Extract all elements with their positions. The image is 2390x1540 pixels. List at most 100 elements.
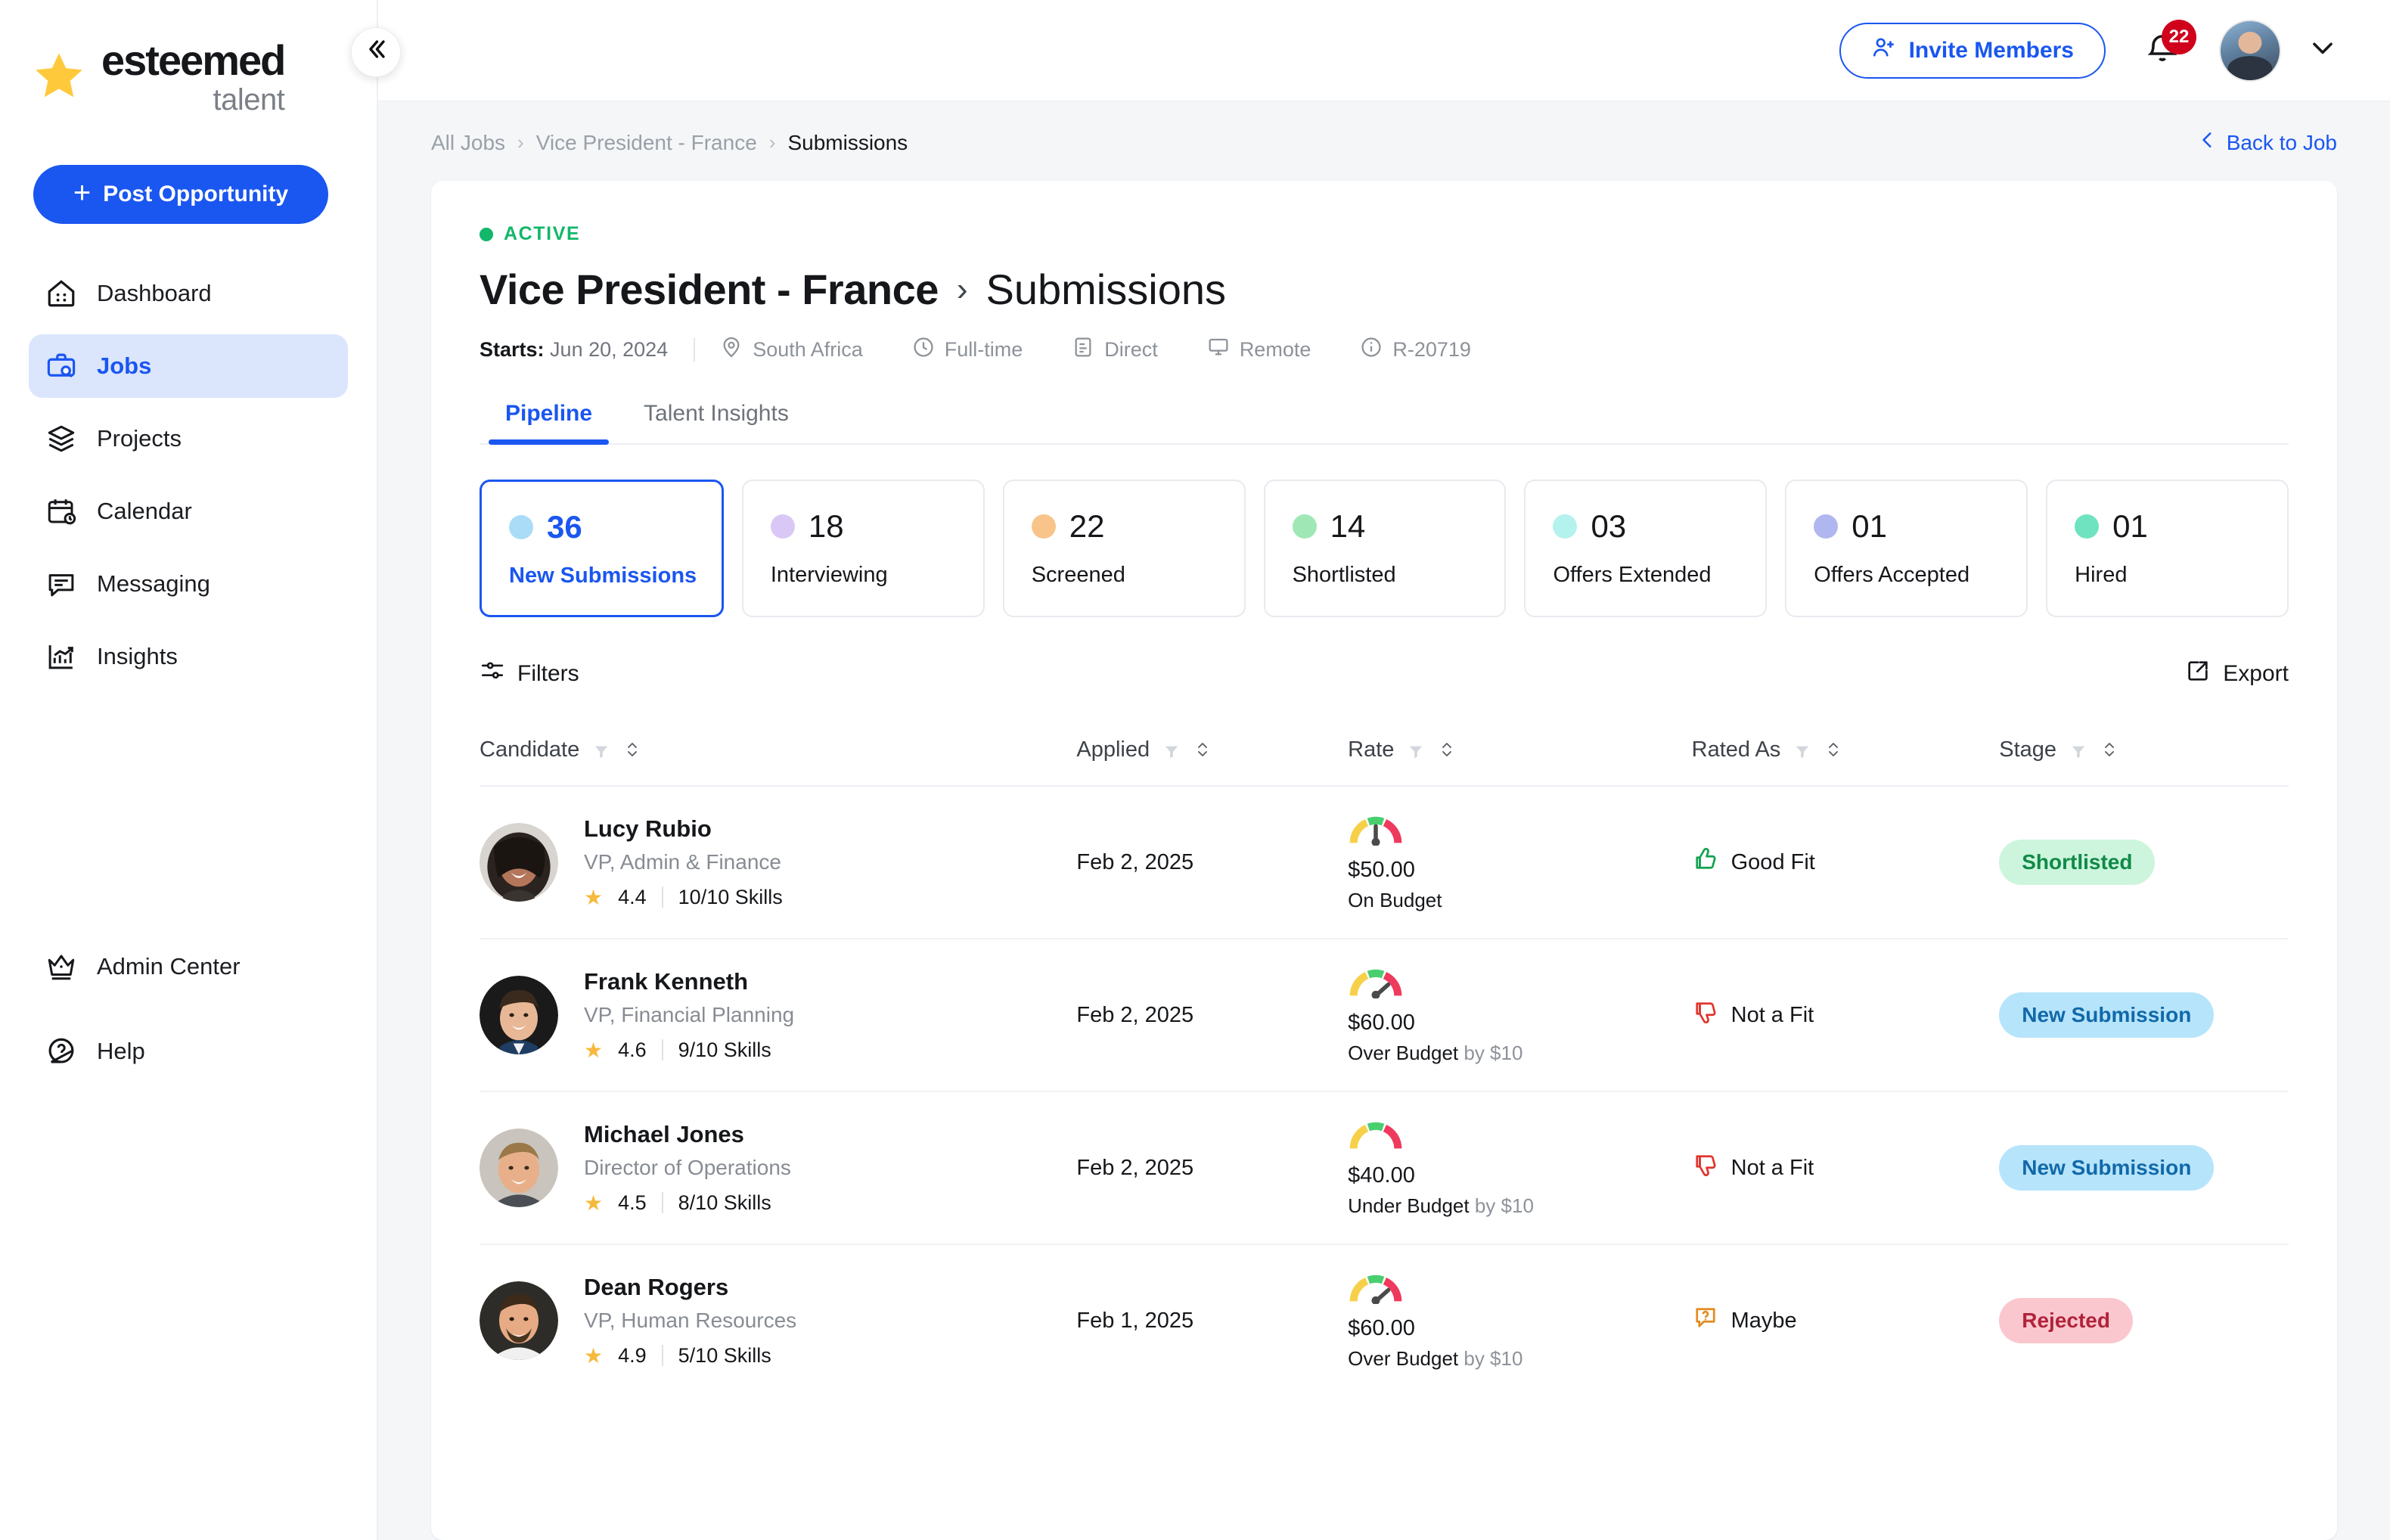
sort-icon[interactable]	[1193, 737, 1212, 762]
sidebar-collapse-button[interactable]	[351, 27, 401, 77]
stat-label: Offers Extended	[1553, 563, 1765, 588]
sidebar-item-messaging[interactable]: Messaging	[29, 552, 348, 616]
location-pin-icon	[719, 335, 743, 365]
thumbs-down-icon	[1692, 1151, 1719, 1184]
rate-amount: $60.00	[1348, 1316, 1691, 1341]
chevron-down-icon[interactable]	[2308, 33, 2337, 68]
funnel-icon[interactable]	[2069, 741, 2088, 758]
funnel-icon[interactable]	[591, 741, 611, 758]
stat-count: 18	[809, 508, 844, 545]
stat-card-interviewing[interactable]: 18 Interviewing	[742, 480, 985, 617]
candidate-name[interactable]: Dean Rogers	[584, 1274, 796, 1301]
candidate-skills: 10/10 Skills	[678, 886, 783, 909]
candidate-name[interactable]: Michael Jones	[584, 1121, 791, 1148]
cell-stage: New Submission	[1999, 939, 2289, 1091]
stage-badge[interactable]: New Submission	[1999, 1145, 2214, 1191]
sliders-icon	[480, 658, 505, 690]
brand-logo[interactable]: esteemed talent	[0, 0, 377, 115]
sort-icon[interactable]	[2100, 737, 2118, 762]
rate-amount: $60.00	[1348, 1011, 1691, 1035]
stage-badge[interactable]: Shortlisted	[1999, 840, 2155, 885]
column-label: Stage	[1999, 737, 2056, 762]
page-subtitle: Submissions	[986, 265, 1226, 314]
stat-card-offers-extended[interactable]: 03 Offers Extended	[1524, 480, 1767, 617]
chevron-left-icon	[2198, 130, 2218, 155]
back-to-job-link[interactable]: Back to Job	[2198, 130, 2337, 155]
rated-as-label: Good Fit	[1731, 850, 1815, 875]
column-header-candidate: Candidate	[480, 717, 1076, 786]
table-row[interactable]: Dean Rogers VP, Human Resources ★ 4.9 5/…	[480, 1244, 2289, 1396]
candidate-name[interactable]: Lucy Rubio	[584, 815, 783, 843]
budget-gauge-icon	[1348, 965, 1404, 998]
invite-members-button[interactable]: Invite Members	[1839, 23, 2106, 79]
table-row[interactable]: Lucy Rubio VP, Admin & Finance ★ 4.4 10/…	[480, 786, 2289, 939]
breadcrumb-item-job[interactable]: Vice President - France	[536, 131, 757, 155]
breadcrumb-item-all-jobs[interactable]: All Jobs	[431, 131, 505, 155]
chevron-double-left-icon	[363, 36, 389, 69]
cell-candidate: Michael Jones Director of Operations ★ 4…	[480, 1091, 1076, 1244]
stat-card-screened[interactable]: 22 Screened	[1003, 480, 1246, 617]
tab-talent-insights[interactable]: Talent Insights	[618, 401, 815, 443]
sidebar-item-admin-center[interactable]: Admin Center	[29, 935, 348, 998]
avatar	[480, 976, 558, 1054]
stat-card-shortlisted[interactable]: 14 Shortlisted	[1264, 480, 1507, 617]
sidebar-item-projects[interactable]: Projects	[29, 407, 348, 470]
sidebar-item-label: Insights	[97, 643, 178, 670]
sidebar-item-help[interactable]: Help	[29, 1020, 348, 1083]
job-meta-label: South Africa	[753, 338, 863, 362]
column-label: Applied	[1076, 737, 1150, 762]
table-row[interactable]: Frank Kenneth VP, Financial Planning ★ 4…	[480, 939, 2289, 1091]
budget-gauge-icon	[1348, 1118, 1404, 1151]
stat-card-new-submissions[interactable]: 36 New Submissions	[480, 480, 724, 617]
table-toolbar: Filters Export	[480, 658, 2289, 690]
post-opportunity-button[interactable]: + Post Opportunity	[33, 165, 328, 224]
stat-count: 14	[1330, 508, 1366, 545]
table-row[interactable]: Michael Jones Director of Operations ★ 4…	[480, 1091, 2289, 1244]
sidebar-bottom-nav: Admin Center Help	[0, 924, 377, 1094]
sort-icon[interactable]	[623, 737, 641, 762]
clock-icon	[911, 335, 936, 365]
funnel-icon[interactable]	[1792, 741, 1812, 758]
export-button[interactable]: Export	[2185, 658, 2289, 690]
applied-date: Feb 2, 2025	[1076, 1003, 1193, 1027]
user-plus-icon	[1871, 35, 1897, 67]
sort-icon[interactable]	[1438, 737, 1456, 762]
stage-badge[interactable]: New Submission	[1999, 992, 2214, 1038]
post-opportunity-label: Post Opportunity	[103, 182, 288, 207]
stat-dot-icon	[1814, 514, 1838, 539]
cell-candidate: Frank Kenneth VP, Financial Planning ★ 4…	[480, 939, 1076, 1091]
stage-badge[interactable]: Rejected	[1999, 1298, 2133, 1343]
candidate-rating: 4.5	[618, 1191, 647, 1215]
notifications-button[interactable]: 22	[2133, 21, 2192, 80]
candidate-role: VP, Financial Planning	[584, 1003, 794, 1027]
sidebar-item-label: Help	[97, 1038, 145, 1065]
job-meta-engagement: Direct	[1047, 335, 1182, 365]
budget-gauge-icon	[1348, 812, 1404, 846]
candidate-name[interactable]: Frank Kenneth	[584, 968, 794, 995]
sidebar-item-dashboard[interactable]: Dashboard	[29, 262, 348, 325]
star-icon	[30, 48, 88, 106]
star-icon: ★	[584, 885, 603, 910]
stat-card-offers-accepted[interactable]: 01 Offers Accepted	[1785, 480, 2028, 617]
sidebar-item-insights[interactable]: Insights	[29, 625, 348, 688]
stat-card-hired[interactable]: 01 Hired	[2046, 480, 2289, 617]
pipeline-stats: 36 New Submissions 18 Interviewing	[480, 480, 2289, 617]
submissions-card: ACTIVE Vice President - France › Submiss…	[431, 181, 2337, 1540]
funnel-icon[interactable]	[1162, 741, 1181, 758]
filters-button[interactable]: Filters	[480, 658, 579, 690]
tabs: Pipeline Talent Insights	[480, 401, 2289, 445]
sidebar-item-jobs[interactable]: Jobs	[29, 334, 348, 398]
rate-note-dim: by $10	[1463, 1042, 1522, 1064]
user-avatar[interactable]	[2219, 20, 2281, 82]
stat-count: 36	[547, 509, 582, 545]
sort-icon[interactable]	[1824, 737, 1842, 762]
cell-rated-as: Not a Fit	[1692, 939, 2000, 1091]
main-area: Invite Members 22 All Jobs › Vice Presid…	[378, 0, 2390, 1540]
candidate-rating: 4.4	[618, 886, 647, 909]
avatar	[480, 1129, 558, 1207]
candidate-skills: 8/10 Skills	[678, 1191, 771, 1215]
job-meta-label: Direct	[1104, 338, 1158, 362]
sidebar-item-calendar[interactable]: Calendar	[29, 480, 348, 543]
tab-pipeline[interactable]: Pipeline	[480, 401, 618, 443]
funnel-icon[interactable]	[1406, 741, 1426, 758]
